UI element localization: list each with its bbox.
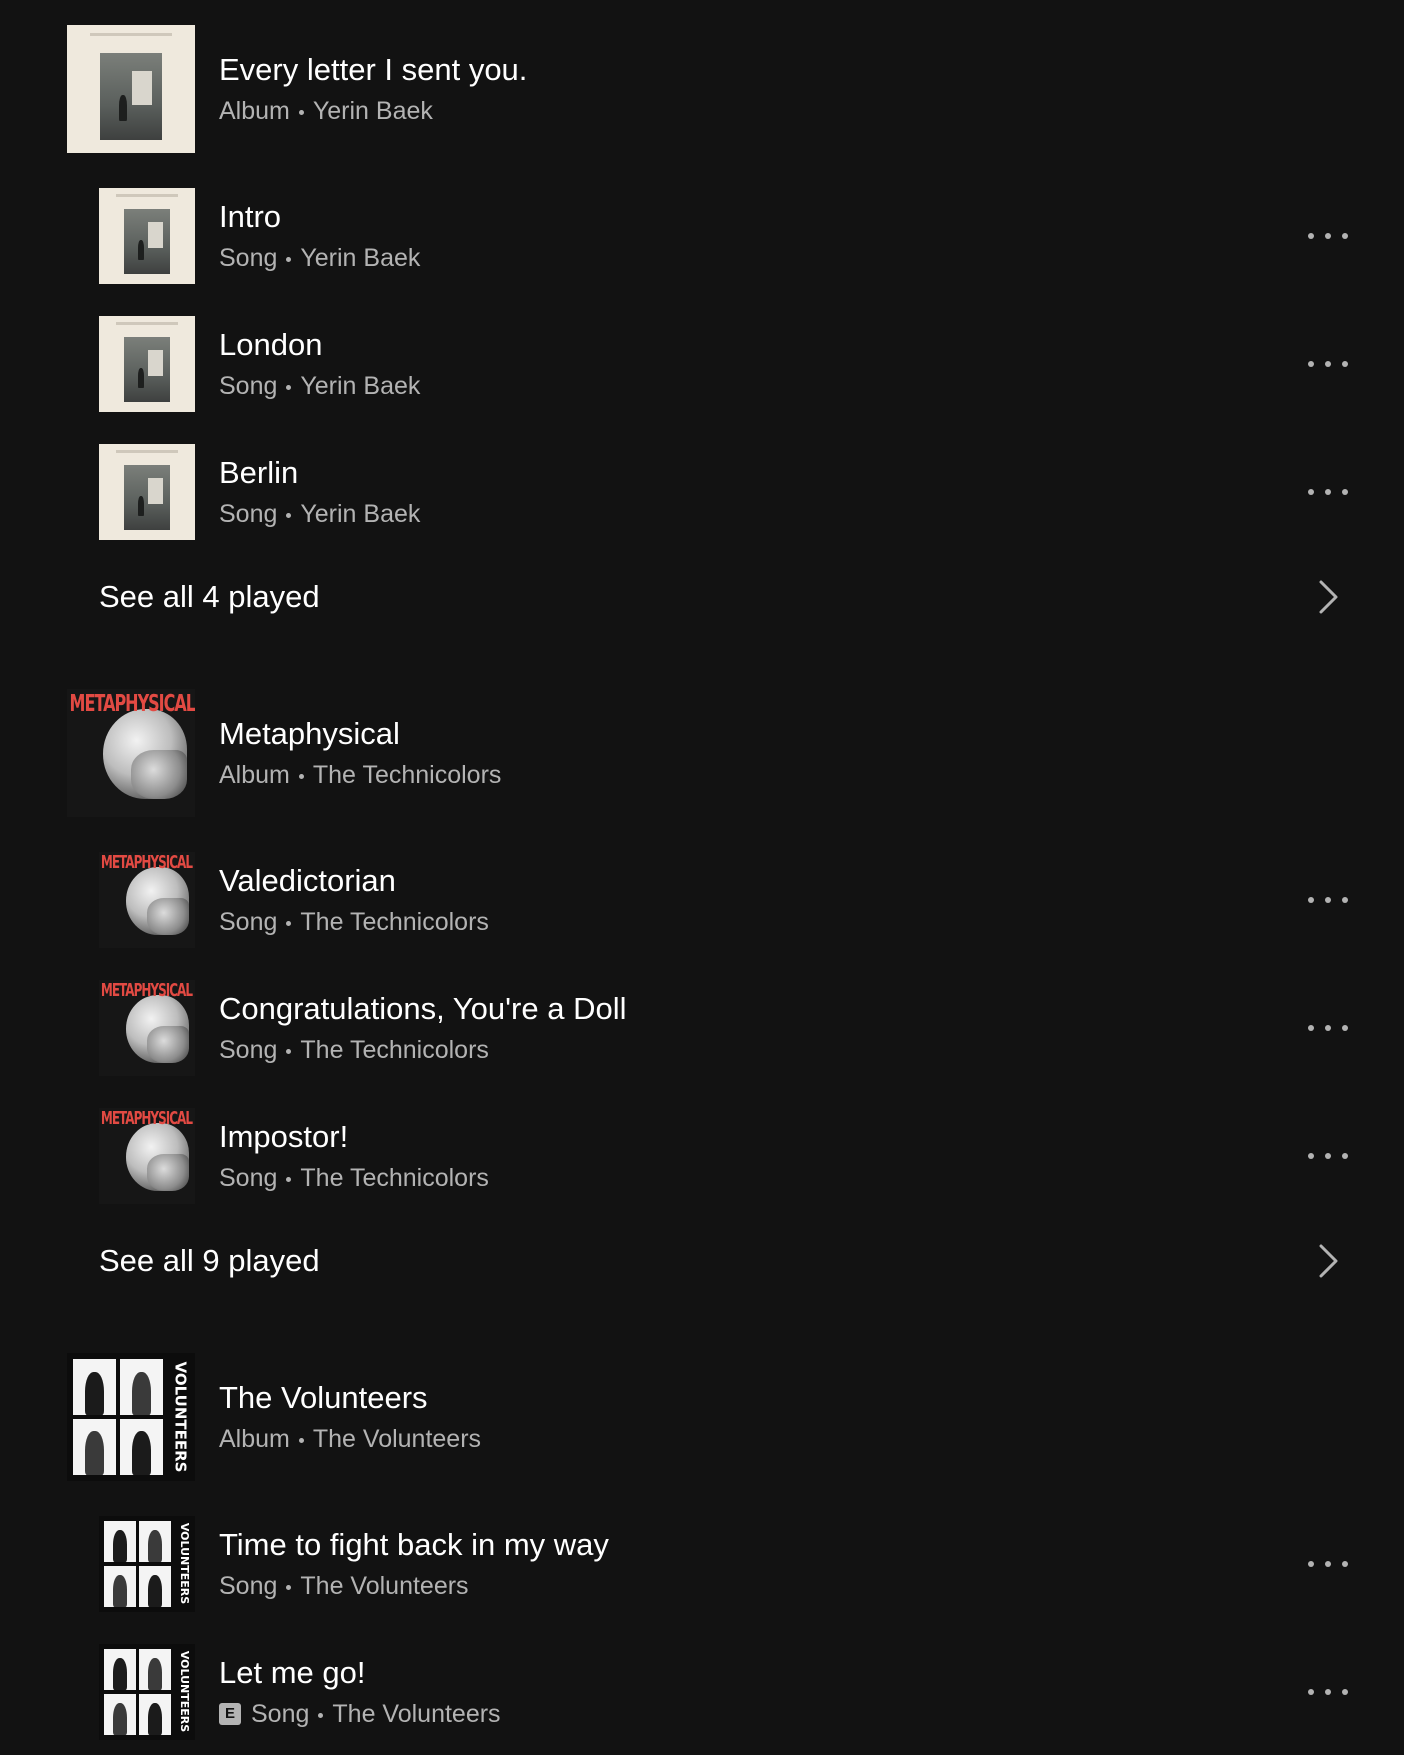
see-all-label: See all 4 played <box>99 579 320 614</box>
item-type: Album <box>219 97 290 125</box>
item-type: Song <box>219 1036 278 1064</box>
cover-art <box>99 188 195 284</box>
separator-dot <box>286 512 292 518</box>
separator-dot <box>286 384 292 390</box>
album-row[interactable]: VOLUNTEERS The Volunteers Album The Volunte… <box>0 1353 1404 1481</box>
cover-art <box>99 316 195 412</box>
separator-dot <box>286 256 292 262</box>
separator-dot <box>286 1048 292 1054</box>
song-row[interactable]: METAPHYSICAL Congratulations, You're a Do… <box>0 980 1404 1076</box>
song-row[interactable]: Berlin Song Yerin Baek <box>0 444 1404 540</box>
item-title: Every letter I sent you. <box>219 52 528 87</box>
item-type: Song <box>219 1164 278 1192</box>
cover-art-title: VOLUNTEERS <box>177 1651 191 1733</box>
album-row[interactable]: Every letter I sent you. Album Yerin Baek <box>0 25 1404 153</box>
separator-dot <box>298 773 304 779</box>
item-subtitle: Song Yerin Baek <box>219 370 420 402</box>
item-artist: The Technicolors <box>300 1164 489 1192</box>
item-type: Song <box>219 244 278 272</box>
item-artist: The Volunteers <box>300 1572 469 1600</box>
item-title: Let me go! <box>219 1655 366 1690</box>
item-artist: The Volunteers <box>312 1425 482 1453</box>
song-row[interactable]: METAPHYSICAL Impostor! Song The Technicolor… <box>0 1108 1404 1204</box>
cover-art: METAPHYSICAL <box>99 1108 195 1204</box>
chevron-right-icon[interactable] <box>1312 577 1342 617</box>
song-row[interactable]: London Song Yerin Baek <box>0 316 1404 412</box>
cover-art-title: METAPHYSICAL <box>100 1108 193 1129</box>
cover-art: METAPHYSICAL <box>99 852 195 948</box>
separator-dot <box>318 1712 324 1718</box>
item-title: Impostor! <box>219 1119 349 1154</box>
item-artist: The Volunteers <box>332 1700 501 1728</box>
cover-art-title: METAPHYSICAL <box>100 980 193 1001</box>
item-subtitle: Album The Technicolors <box>219 759 501 791</box>
song-row[interactable]: VOLUNTEERS Time to fight back in my way So… <box>0 1516 1404 1612</box>
cover-art-title: VOLUNTEERS <box>171 1361 190 1473</box>
item-artist: The Technicolors <box>300 908 489 936</box>
more-options-icon[interactable] <box>1306 470 1350 514</box>
cover-art <box>99 444 195 540</box>
separator-dot <box>298 109 304 115</box>
item-artist: Yerin Baek <box>300 500 421 528</box>
explicit-badge: E <box>219 1703 241 1725</box>
item-type: Song <box>251 1700 310 1728</box>
item-title: Time to fight back in my way <box>219 1527 609 1562</box>
cover-art: METAPHYSICAL <box>67 689 195 817</box>
item-subtitle: Song Yerin Baek <box>219 498 420 530</box>
item-artist: Yerin Baek <box>312 97 433 125</box>
item-title: Intro <box>219 199 282 234</box>
separator-dot <box>286 1176 292 1182</box>
item-type: Album <box>219 1425 290 1453</box>
see-all-played-button[interactable]: See all 4 played <box>0 567 1404 627</box>
item-subtitle: E Song The Volunteers <box>219 1698 501 1730</box>
more-options-icon[interactable] <box>1306 878 1350 922</box>
cover-art: VOLUNTEERS <box>99 1644 195 1740</box>
item-subtitle: Song The Technicolors <box>219 1034 626 1066</box>
item-artist: Yerin Baek <box>300 372 421 400</box>
item-title: Congratulations, You're a Doll <box>219 991 627 1026</box>
more-options-icon[interactable] <box>1306 1542 1350 1586</box>
cover-art: METAPHYSICAL <box>99 980 195 1076</box>
item-subtitle: Album The Volunteers <box>219 1423 481 1455</box>
more-options-icon[interactable] <box>1306 1670 1350 1714</box>
cover-art: VOLUNTEERS <box>67 1353 195 1481</box>
album-row[interactable]: METAPHYSICAL Metaphysical Album The Technic… <box>0 689 1404 817</box>
item-title: Valedictorian <box>219 863 396 898</box>
more-options-icon[interactable] <box>1306 342 1350 386</box>
item-artist: Yerin Baek <box>300 244 421 272</box>
separator-dot <box>286 920 292 926</box>
item-subtitle: Song Yerin Baek <box>219 242 420 274</box>
item-subtitle: Song The Technicolors <box>219 1162 489 1194</box>
see-all-label: See all 9 played <box>99 1243 320 1278</box>
item-subtitle: Album Yerin Baek <box>219 95 527 127</box>
item-subtitle: Song The Technicolors <box>219 906 489 938</box>
item-title: Berlin <box>219 455 299 490</box>
chevron-right-icon[interactable] <box>1312 1241 1342 1281</box>
item-title: Metaphysical <box>219 716 400 751</box>
song-row[interactable]: Intro Song Yerin Baek <box>0 188 1404 284</box>
item-artist: The Technicolors <box>300 1036 489 1064</box>
item-title: The Volunteers <box>219 1380 428 1415</box>
cover-art-title: METAPHYSICAL <box>69 689 195 717</box>
cover-art: VOLUNTEERS <box>99 1516 195 1612</box>
item-type: Song <box>219 372 278 400</box>
item-subtitle: Song The Volunteers <box>219 1570 609 1602</box>
more-options-icon[interactable] <box>1306 1134 1350 1178</box>
item-artist: The Technicolors <box>312 761 502 789</box>
cover-art-title: METAPHYSICAL <box>100 852 193 873</box>
more-options-icon[interactable] <box>1306 1006 1350 1050</box>
see-all-played-button[interactable]: See all 9 played <box>0 1231 1404 1291</box>
more-options-icon[interactable] <box>1306 214 1350 258</box>
separator-dot <box>298 1437 304 1443</box>
cover-art-title: VOLUNTEERS <box>177 1523 191 1605</box>
song-row[interactable]: METAPHYSICAL Valedictorian Song The Technic… <box>0 852 1404 948</box>
item-type: Song <box>219 908 278 936</box>
item-type: Song <box>219 500 278 528</box>
item-title: London <box>219 327 323 362</box>
separator-dot <box>286 1584 292 1590</box>
item-type: Song <box>219 1572 278 1600</box>
song-row[interactable]: VOLUNTEERS Let me go! E Song The Volunteers <box>0 1644 1404 1740</box>
cover-art <box>67 25 195 153</box>
item-type: Album <box>219 761 290 789</box>
